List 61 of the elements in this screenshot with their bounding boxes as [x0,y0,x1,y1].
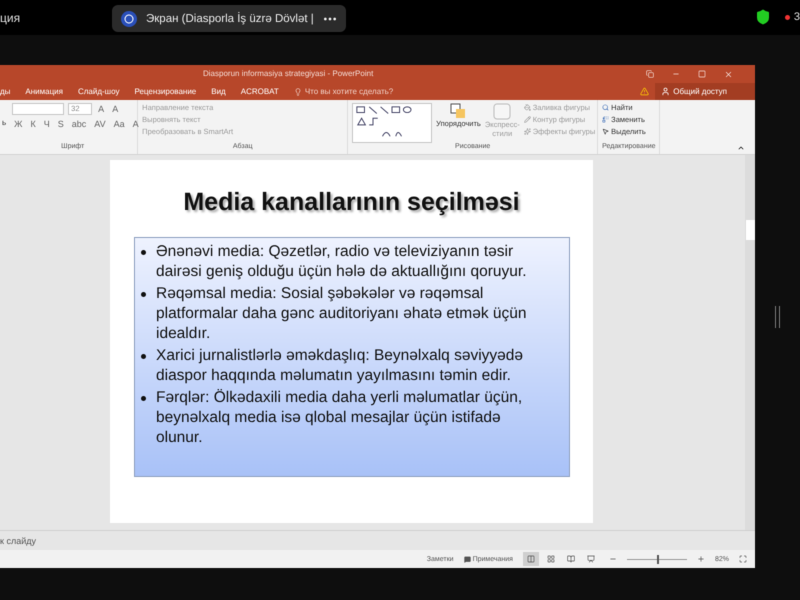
arrange-icon [450,103,466,119]
shield-check-icon [754,9,771,25]
collapse-ribbon-icon[interactable] [737,144,745,152]
normal-view-icon [526,555,535,563]
fit-slide-icon[interactable] [739,555,747,563]
notes-placeholder[interactable]: к слайду [0,536,36,546]
shrink-font-button[interactable]: A [110,103,120,115]
pointer-icon [602,128,610,135]
view-button[interactable] [522,552,539,566]
maximize-icon[interactable] [698,70,706,78]
resize-handle[interactable] [775,306,780,328]
search-icon [602,104,610,111]
paint-bucket-icon [524,104,531,111]
bullet-icon [141,354,146,359]
grid-view-icon [546,555,555,563]
bullet-icon [141,396,146,401]
font-format-button[interactable]: К [28,118,38,130]
recording-dot-icon [784,14,790,20]
slide-title: Media kanallarının seçilməsi [182,188,521,217]
bullet-text: Ənənəvi media: Qəzetlər, radio və televiziyanın təsir dairəsi geniş olduğu üçün hələ də aktuallığını qoruyur. [156,242,528,282]
ribbon-tab[interactable]: ды [0,85,10,98]
window-title: Diasporun informasiya strategiyasi - PowerPoint [203,69,374,78]
globe-icon [120,10,138,28]
font-format-button[interactable]: abc [70,118,88,130]
clipboard-label: ь [2,118,6,129]
share-button[interactable]: Общий доступ [655,83,755,100]
presentation-icon [586,555,595,563]
bullet-icon [141,250,146,255]
recording-indicator: 3 [794,11,800,23]
bullet-text: Rəqəmsal media: Sosial şəbəkələr və rəqəmsal platformalar daha gənc auditoriyanı əhatə etmək üçün idealdır. [156,284,528,344]
display-options-icon[interactable] [646,70,654,78]
book-icon [566,555,575,563]
ribbon-tab[interactable]: Анимация [25,85,63,98]
ribbon-tab[interactable]: ACROBAT [240,85,279,98]
font-format-button[interactable]: Aa [112,118,127,130]
meeting-title: ция [0,10,20,24]
font-format-button[interactable]: S [56,118,66,130]
sparkles-icon [524,128,531,135]
ribbon-tab[interactable]: Слайд-шоу [78,85,120,98]
bullet-icon [141,292,146,297]
user-icon [661,87,670,96]
font-format-button[interactable]: Ч [42,118,52,130]
style-swatch-icon [493,103,512,120]
warning-icon[interactable] [640,87,650,96]
screen-share-pill[interactable]: Экран (Diasporla İş üzrə Dövlət | [112,5,346,32]
comment-icon [464,556,471,562]
bullet-text: Xarici jurnalistlərlə əməkdaşlıq: Beynəlxalq səviyyədə diaspor haqqında məlumatın yayılmasını təmin edir. [156,346,524,386]
font-format-button[interactable]: A [130,118,141,130]
font-name-field[interactable] [12,103,64,115]
zoom-in-icon[interactable] [696,555,705,563]
font-format-button[interactable]: Ж [12,118,24,130]
font-format-button[interactable]: AV [92,118,108,130]
vertical-scrollbar[interactable] [745,155,755,530]
grow-font-button[interactable]: A [96,103,106,115]
shapes-gallery[interactable] [352,103,432,143]
lightbulb-icon [294,88,302,96]
ribbon-tab[interactable]: Вид [211,85,226,98]
ribbon-tab[interactable]: Рецензирование [134,85,196,98]
close-icon[interactable] [724,70,733,78]
pencil-icon [524,116,531,123]
bullet-text: Fərqlər: Ölkədaxili media daha yerli məlumatlar üçün, beynəlxalq media isə qlobal mesajlar üçün istifadə olunur. [156,388,524,448]
